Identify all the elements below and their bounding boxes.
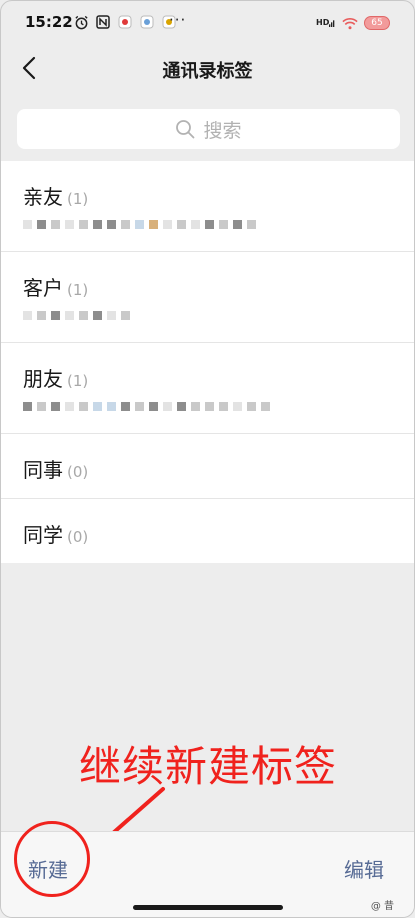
edit-button[interactable]: 编辑 [344,854,384,883]
phone-screen: 15:22 ··· HD 65 通讯录标签 搜索 亲友 (1) 客户 (1) 朋… [0,0,415,918]
home-indicator[interactable] [133,905,283,910]
annotation-circle [14,821,90,897]
annotation-arrow-icon [92,787,165,853]
watermark: @ 昔 [370,901,394,912]
